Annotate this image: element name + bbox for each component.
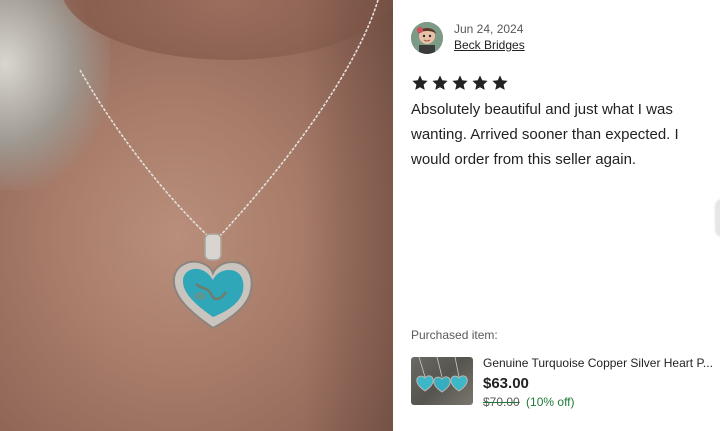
star-icon — [492, 75, 508, 90]
review-photo[interactable] — [0, 0, 393, 431]
star-icon — [412, 75, 428, 90]
review-text: Absolutely beautiful and just what I was… — [411, 101, 679, 168]
purchased-item-price: $63.00 — [483, 375, 529, 392]
discount-percent: (10% off) — [526, 395, 575, 409]
pendant-bail — [204, 233, 222, 261]
star-icon — [472, 75, 488, 90]
stone-inclusion — [194, 292, 206, 300]
star-rating — [411, 74, 509, 92]
star-icon — [452, 75, 468, 90]
chain-right — [217, 0, 379, 239]
star-icon — [432, 75, 448, 90]
review-date: Jun 24, 2024 — [454, 22, 524, 36]
pendant-necklace — [79, 0, 379, 330]
purchased-item-thumbnail[interactable] — [411, 357, 473, 405]
price-discount-row: $70.00 (10% off) — [483, 395, 575, 409]
review-panel: Jun 24, 2024 Beck Bridges Absolutely bea… — [393, 0, 720, 431]
heart-pendants-image — [416, 357, 468, 393]
purchased-item-title-link[interactable]: Genuine Turquoise Copper Silver Heart P.… — [483, 356, 717, 370]
next-review-arrow[interactable] — [716, 200, 720, 236]
avatar-icon — [411, 22, 443, 54]
original-price: $70.00 — [483, 395, 520, 409]
reviewer-avatar[interactable] — [411, 22, 443, 54]
chain-left — [79, 69, 211, 239]
purchased-item-label: Purchased item: — [411, 328, 498, 342]
reviewer-name-link[interactable]: Beck Bridges — [454, 38, 525, 52]
